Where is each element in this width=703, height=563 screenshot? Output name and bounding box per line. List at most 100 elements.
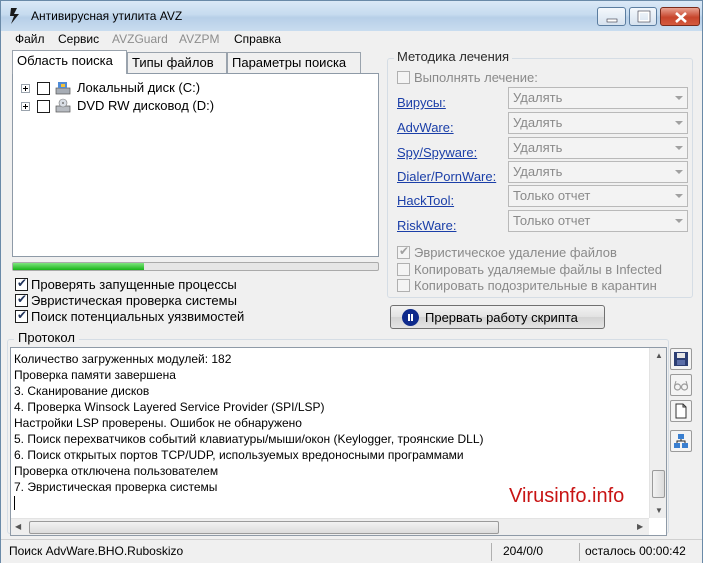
- network-icon: [674, 434, 688, 448]
- link-dialer[interactable]: Dialer/PornWare:: [397, 169, 496, 184]
- copy-quarantine-label: Копировать подозрительные в карантин: [414, 278, 657, 293]
- dropdown-arrow-icon: [675, 170, 683, 174]
- perform-treatment-checkbox[interactable]: [397, 71, 410, 84]
- copy-infected-option[interactable]: Копировать удаляемые файлы в Infected: [397, 262, 687, 278]
- check-processes-checkbox[interactable]: [15, 276, 28, 291]
- network-button[interactable]: [670, 430, 692, 452]
- scroll-right-icon[interactable]: ▶: [637, 522, 643, 531]
- tree-row-drive-c[interactable]: Локальный диск (C:): [21, 80, 271, 96]
- log-line: 6. Поиск открытых портов TCP/UDP, исполь…: [14, 448, 464, 462]
- maximize-button[interactable]: [629, 7, 657, 26]
- link-hacktool[interactable]: HackTool:: [397, 193, 454, 208]
- document-icon: [675, 403, 687, 419]
- option-check-processes[interactable]: Проверять запущенные процессы: [15, 276, 265, 293]
- copy-infected-label: Копировать удаляемые файлы в Infected: [414, 262, 662, 277]
- glasses-icon: [673, 380, 689, 391]
- drive-tree: Локальный диск (C:) DVD RW дисковод (D:): [12, 73, 379, 257]
- menu-service[interactable]: Сервис: [58, 32, 99, 46]
- scroll-down-icon[interactable]: ▼: [655, 506, 663, 515]
- expand-icon[interactable]: [21, 102, 30, 111]
- expand-icon[interactable]: [21, 84, 30, 93]
- status-current-action: Поиск AdvWare.BHO.Ruboskizo: [9, 544, 184, 558]
- status-remaining-time: осталось 00:00:42: [585, 544, 686, 558]
- log-line: Проверка отключена пользователем: [14, 464, 219, 478]
- select-advware[interactable]: Удалять: [508, 112, 688, 134]
- clear-log-button[interactable]: [670, 400, 692, 422]
- status-separator: [491, 543, 492, 561]
- view-log-button[interactable]: [670, 374, 692, 396]
- option-heuristic-check[interactable]: Эвристическая проверка системы: [15, 292, 265, 309]
- heuristic-delete-option[interactable]: Эвристическое удаление файлов: [397, 244, 667, 261]
- menu-help[interactable]: Справка: [234, 32, 281, 46]
- copy-quarantine-option[interactable]: Копировать подозрительные в карантин: [397, 278, 687, 294]
- copy-quarantine-checkbox[interactable]: [397, 279, 410, 292]
- select-advware-value: Удалять: [513, 115, 563, 130]
- tab-search-area[interactable]: Область поиска: [12, 50, 127, 74]
- log-horizontal-scrollbar[interactable]: ◀ ▶: [11, 518, 649, 535]
- status-counts: 204/0/0: [503, 544, 544, 558]
- close-icon: [675, 12, 687, 23]
- select-viruses[interactable]: Удалять: [508, 87, 688, 109]
- minimize-button[interactable]: [597, 7, 626, 26]
- select-spyware[interactable]: Удалять: [508, 137, 688, 159]
- menu-file[interactable]: Файл: [15, 32, 45, 46]
- dvd-drive-icon: [55, 98, 71, 113]
- log-vertical-scrollbar[interactable]: ▲ ▼: [649, 348, 666, 518]
- protocol-title: Протокол: [14, 330, 79, 345]
- tab-file-types[interactable]: Типы файлов: [127, 52, 227, 73]
- copy-infected-checkbox[interactable]: [397, 263, 410, 276]
- stop-script-label: Прервать работу скрипта: [425, 310, 578, 325]
- pause-icon: [402, 309, 419, 326]
- perform-treatment-label: Выполнять лечение:: [414, 70, 538, 85]
- scan-progress-fill: [13, 263, 145, 270]
- tab-search-params[interactable]: Параметры поиска: [227, 52, 361, 73]
- heuristic-check-label: Эвристическая проверка системы: [31, 293, 237, 308]
- avz-app-icon: [10, 8, 19, 24]
- scan-progress-bar: [12, 262, 379, 271]
- link-advware[interactable]: AdvWare:: [397, 120, 454, 135]
- log-line: 7. Эвристическая проверка системы: [14, 480, 218, 494]
- link-riskware[interactable]: RiskWare:: [397, 218, 456, 233]
- select-viruses-value: Удалять: [513, 90, 563, 105]
- horizontal-scroll-thumb[interactable]: [29, 521, 499, 534]
- log-line: Количество загруженных модулей: 182: [14, 352, 232, 366]
- drive-c-checkbox[interactable]: [37, 82, 50, 95]
- dropdown-arrow-icon: [675, 219, 683, 223]
- menu-avzpm[interactable]: AVZPM: [179, 32, 219, 46]
- select-hacktool[interactable]: Только отчет: [508, 185, 688, 207]
- treatment-title: Методика лечения: [394, 49, 513, 64]
- log-line: 5. Поиск перехватчиков событий клавиатур…: [14, 432, 484, 446]
- stop-script-button[interactable]: Прервать работу скрипта: [390, 305, 605, 329]
- check-processes-label: Проверять запущенные процессы: [31, 277, 237, 292]
- scroll-left-icon[interactable]: ◀: [15, 522, 21, 531]
- drive-c-label: Локальный диск (C:): [77, 80, 201, 95]
- heuristic-delete-label: Эвристическое удаление файлов: [414, 245, 617, 260]
- tree-row-drive-d[interactable]: DVD RW дисковод (D:): [21, 98, 271, 114]
- menu-bar: Файл Сервис AVZGuard AVZPM Справка: [1, 31, 702, 49]
- vertical-scroll-thumb[interactable]: [652, 470, 665, 498]
- perform-treatment-option[interactable]: Выполнять лечение:: [397, 70, 557, 86]
- close-button[interactable]: [660, 7, 700, 26]
- log-line: Проверка памяти завершена: [14, 368, 176, 382]
- scroll-up-icon[interactable]: ▲: [655, 351, 663, 360]
- status-bar: Поиск AdvWare.BHO.Ruboskizo 204/0/0 оста…: [1, 539, 702, 563]
- heuristic-check-checkbox[interactable]: [15, 292, 28, 307]
- vulnerability-search-checkbox[interactable]: [15, 308, 28, 323]
- select-spyware-value: Удалять: [513, 140, 563, 155]
- link-viruses[interactable]: Вирусы:: [397, 95, 446, 110]
- menu-avzguard[interactable]: AVZGuard: [112, 32, 168, 46]
- watermark: Virusinfo.info: [509, 485, 625, 507]
- text-cursor: [14, 496, 15, 510]
- dropdown-arrow-icon: [675, 121, 683, 125]
- select-riskware[interactable]: Только отчет: [508, 210, 688, 232]
- drive-d-checkbox[interactable]: [37, 100, 50, 113]
- select-dialer[interactable]: Удалять: [508, 161, 688, 183]
- drive-d-label: DVD RW дисковод (D:): [77, 98, 215, 113]
- link-spyware[interactable]: Spy/Spyware:: [397, 145, 477, 160]
- heuristic-delete-checkbox[interactable]: [397, 244, 410, 259]
- option-vulnerability-search[interactable]: Поиск потенциальных уязвимостей: [15, 308, 275, 325]
- dropdown-arrow-icon: [675, 146, 683, 150]
- avz-window: Антивирусная утилита AVZ Файл Сервис AVZ…: [0, 0, 703, 563]
- log-line: 3. Сканирование дисков: [14, 384, 150, 398]
- save-log-button[interactable]: [670, 348, 692, 370]
